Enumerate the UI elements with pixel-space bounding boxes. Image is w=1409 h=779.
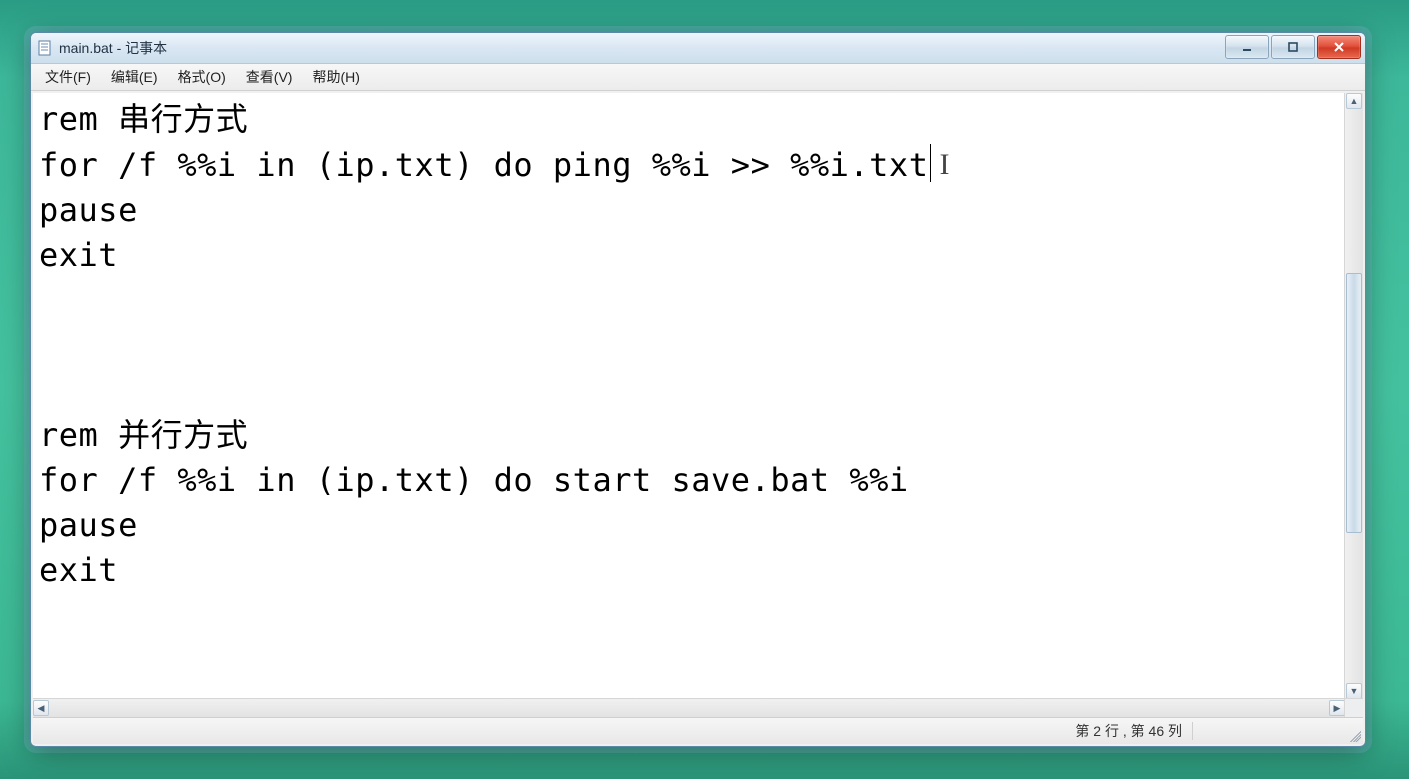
notepad-icon <box>37 40 53 56</box>
scroll-right-arrow-icon[interactable]: ▶ <box>1329 700 1345 716</box>
menu-edit[interactable]: 编辑(E) <box>101 65 168 89</box>
notepad-window: main.bat - 记事本 文件(F) 编辑(E) 格式(O) 查看(V) 帮… <box>30 32 1366 747</box>
client-area: rem 串行方式 for /f %%i in (ip.txt) do ping … <box>33 93 1363 744</box>
window-controls <box>1225 35 1361 59</box>
editor-wrap: rem 串行方式 for /f %%i in (ip.txt) do ping … <box>33 93 1363 717</box>
horizontal-scrollbar[interactable]: ◀ ▶ <box>33 698 1345 717</box>
menu-format[interactable]: 格式(O) <box>168 65 236 89</box>
scroll-left-arrow-icon[interactable]: ◀ <box>33 700 49 716</box>
menu-view[interactable]: 查看(V) <box>236 65 303 89</box>
scroll-up-arrow-icon[interactable]: ▲ <box>1346 93 1362 109</box>
window-title: main.bat - 记事本 <box>59 38 1359 58</box>
vertical-scrollbar[interactable]: ▲ ▼ <box>1344 93 1363 699</box>
scroll-corner <box>1344 698 1363 717</box>
scroll-thumb-vertical[interactable] <box>1346 273 1362 533</box>
close-button[interactable] <box>1317 35 1361 59</box>
minimize-button[interactable] <box>1225 35 1269 59</box>
statusbar-separator <box>1192 722 1193 740</box>
statusbar: 第 2 行 , 第 46 列 <box>33 717 1363 744</box>
menubar: 文件(F) 编辑(E) 格式(O) 查看(V) 帮助(H) <box>31 64 1365 91</box>
menu-help[interactable]: 帮助(H) <box>302 65 369 89</box>
maximize-button[interactable] <box>1271 35 1315 59</box>
status-cursor-position: 第 2 行 , 第 46 列 <box>1075 721 1182 741</box>
resize-grip-icon[interactable] <box>1347 728 1361 742</box>
titlebar[interactable]: main.bat - 记事本 <box>31 33 1365 64</box>
text-editor[interactable]: rem 串行方式 for /f %%i in (ip.txt) do ping … <box>33 93 1345 699</box>
menu-file[interactable]: 文件(F) <box>35 65 101 89</box>
scroll-down-arrow-icon[interactable]: ▼ <box>1346 683 1362 699</box>
